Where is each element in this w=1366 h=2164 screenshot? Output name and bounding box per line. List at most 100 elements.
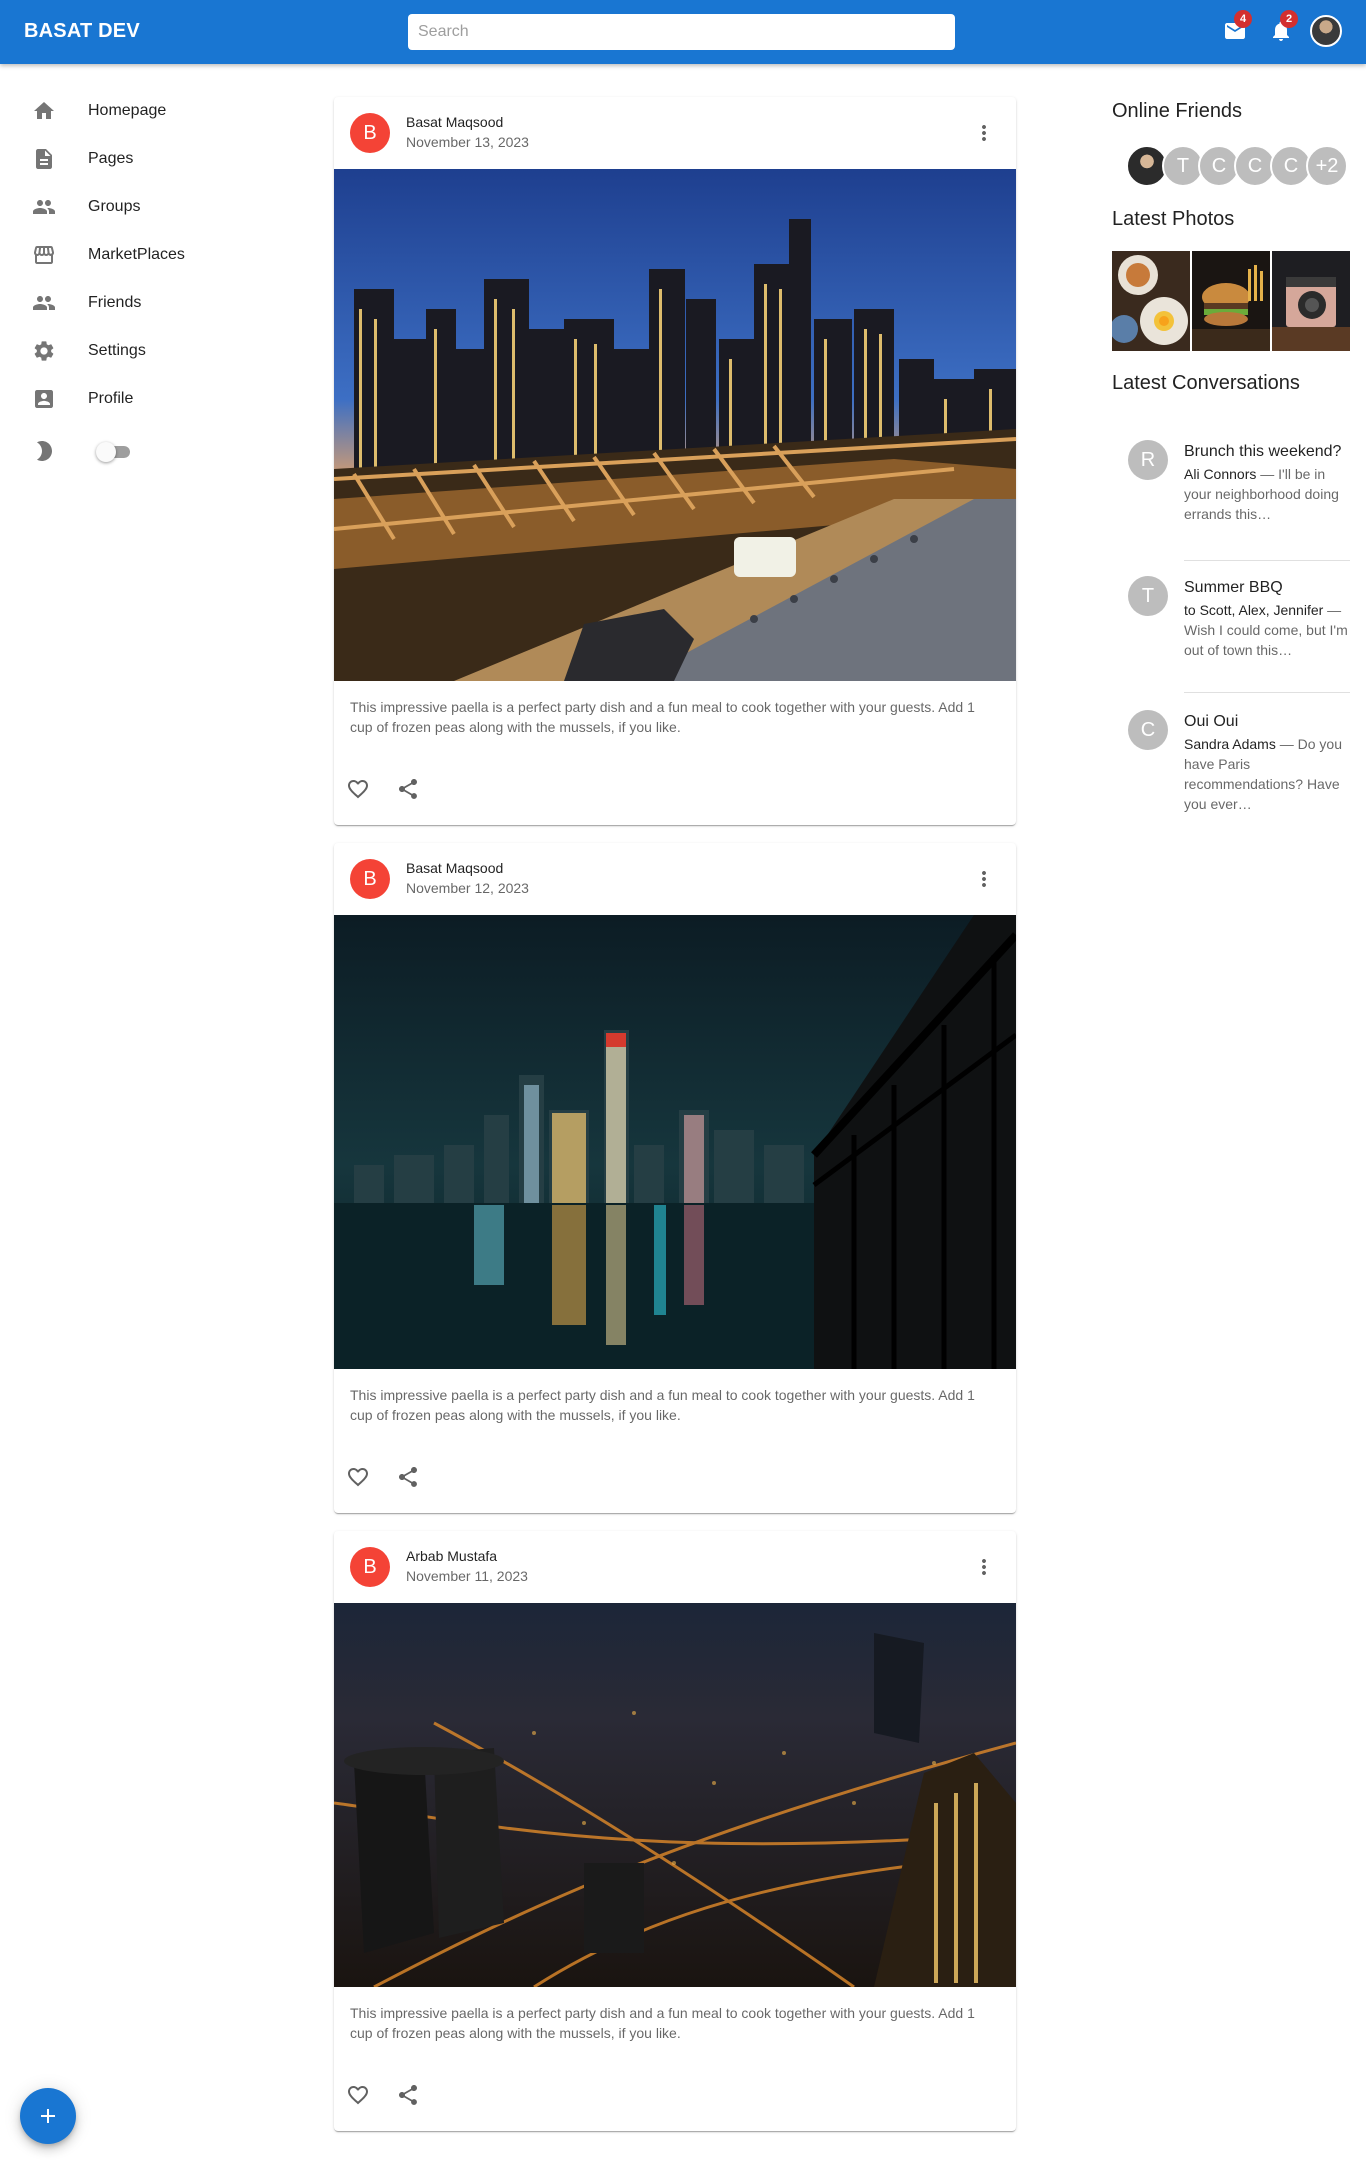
latest-conversations-title: Latest Conversations [1112, 372, 1300, 394]
conversation-avatar: R [1128, 440, 1168, 480]
post-header: B Arbab Mustafa November 11, 2023 [334, 1531, 1016, 1603]
switch-thumb [96, 442, 116, 462]
notification-badge: 2 [1280, 10, 1298, 28]
conversation-item[interactable]: T Summer BBQ to Scott, Alex, Jennifer — … [1128, 576, 1350, 686]
sidebar-item-label: Groups [88, 198, 141, 215]
search-input[interactable] [408, 14, 955, 50]
notifications-button[interactable]: 2 [1264, 10, 1298, 48]
share-button[interactable] [388, 1457, 428, 1497]
latest-photos-grid [1112, 251, 1350, 351]
conversation-avatar: C [1128, 710, 1168, 750]
post-date: November 13, 2023 [406, 134, 529, 150]
post-date: November 11, 2023 [406, 1568, 528, 1584]
author-avatar[interactable]: B [350, 859, 390, 899]
post-author: Basat Maqsood [406, 114, 504, 130]
add-post-fab[interactable] [20, 2088, 76, 2144]
conversation-sender: to Scott, Alex, Jennifer [1184, 602, 1324, 618]
breakfast-photo [1112, 251, 1190, 351]
conversation-title: Brunch this weekend? [1184, 443, 1342, 460]
post-more-button[interactable] [964, 1547, 1004, 1587]
aerial-city-night-image [334, 1603, 1016, 1987]
post-card: B Arbab Mustafa November 11, 2023 This i… [334, 1531, 1016, 2131]
author-avatar[interactable]: B [350, 1547, 390, 1587]
group-icon [33, 200, 55, 214]
conversation-text: Summer BBQ to Scott, Alex, Jennifer — Wi… [1184, 576, 1350, 660]
post-actions [334, 2059, 1016, 2131]
burger-photo [1192, 251, 1270, 351]
share-icon [399, 779, 417, 799]
sidebar-item-label: Pages [88, 150, 134, 167]
photo-thumbnail[interactable] [1112, 251, 1190, 351]
conversation-title: Oui Oui [1184, 713, 1239, 730]
city-bridge-night-image [334, 169, 1016, 681]
heart-outline-icon [348, 780, 368, 799]
more-vert-icon [982, 871, 986, 887]
sidebar-item-label: Profile [88, 390, 134, 407]
post-more-button[interactable] [964, 859, 1004, 899]
sidebar-item-groups[interactable]: Groups [0, 183, 300, 231]
conversation-preview: Ali Connors — I'll be in your neighborho… [1184, 464, 1350, 524]
dark-mode-switch[interactable] [96, 439, 134, 463]
sidebar-item-label: Friends [88, 294, 142, 311]
post-header: B Basat Maqsood November 13, 2023 [334, 97, 1016, 169]
like-button[interactable] [338, 2075, 378, 2115]
conversation-text: Oui Oui Sandra Adams — Do you have Paris… [1184, 710, 1350, 814]
mail-button[interactable]: 4 [1218, 10, 1252, 48]
like-button[interactable] [338, 1457, 378, 1497]
home-icon [34, 102, 54, 119]
post-card: B Basat Maqsood November 13, 2023 This i… [334, 97, 1016, 825]
mail-badge: 4 [1234, 10, 1252, 28]
post-actions [334, 753, 1016, 825]
divider [1184, 692, 1350, 693]
post-text: This impressive paella is a perfect part… [350, 2005, 975, 2041]
share-icon [399, 2085, 417, 2105]
divider [1184, 560, 1350, 561]
waterfront-skyline-image [334, 915, 1016, 1369]
camera-photo [1272, 251, 1350, 351]
post-more-button[interactable] [964, 113, 1004, 153]
conversation-avatar: T [1128, 576, 1168, 616]
conversation-title: Summer BBQ [1184, 579, 1283, 596]
heart-outline-icon [348, 1468, 368, 1487]
post-text: This impressive paella is a perfect part… [350, 699, 975, 735]
photo-thumbnail[interactable] [1272, 251, 1350, 351]
share-button[interactable] [388, 769, 428, 809]
sidebar-item-profile[interactable]: Profile [0, 375, 300, 423]
more-vert-icon [982, 125, 986, 141]
conversation-preview: Sandra Adams — Do you have Paris recomme… [1184, 734, 1350, 814]
sidebar-item-settings[interactable]: Settings [0, 327, 300, 375]
post-author: Basat Maqsood [406, 860, 504, 876]
brand-title[interactable]: BASAT DEV [24, 20, 140, 43]
person-icon [33, 296, 55, 310]
appbar-actions: 4 2 [1218, 10, 1342, 48]
storefront-icon [34, 246, 54, 264]
dark-mode-icon [37, 441, 52, 461]
user-avatar[interactable] [1310, 15, 1342, 47]
post-image[interactable] [334, 915, 1016, 1369]
plus-icon [41, 2109, 55, 2123]
sidebar-item-friends[interactable]: Friends [0, 279, 300, 327]
post-card: B Basat Maqsood November 12, 2023 This i… [334, 843, 1016, 1513]
post-image[interactable] [334, 1603, 1016, 1987]
post-header: B Basat Maqsood November 12, 2023 [334, 843, 1016, 915]
conversation-preview: to Scott, Alex, Jennifer — Wish I could … [1184, 600, 1350, 660]
sidebar-item-homepage[interactable]: Homepage [0, 87, 300, 135]
author-avatar[interactable]: B [350, 113, 390, 153]
account-box-icon [35, 390, 53, 408]
conversation-text: Brunch this weekend? Ali Connors — I'll … [1184, 440, 1350, 524]
more-vert-icon [982, 1559, 986, 1575]
share-button[interactable] [388, 2075, 428, 2115]
sidebar-item-label: MarketPlaces [88, 246, 185, 263]
photo-thumbnail[interactable] [1192, 251, 1270, 351]
post-image[interactable] [334, 169, 1016, 681]
share-icon [399, 1467, 417, 1487]
settings-icon [34, 341, 54, 361]
conversation-item[interactable]: C Oui Oui Sandra Adams — Do you have Par… [1128, 710, 1350, 820]
sidebar-item-label: Settings [88, 342, 146, 359]
heart-outline-icon [348, 2086, 368, 2105]
sidebar-item-marketplaces[interactable]: MarketPlaces [0, 231, 300, 279]
friends-more-count[interactable]: +2 [1306, 145, 1348, 187]
conversation-item[interactable]: R Brunch this weekend? Ali Connors — I'l… [1128, 440, 1350, 550]
like-button[interactable] [338, 769, 378, 809]
sidebar-item-pages[interactable]: Pages [0, 135, 300, 183]
